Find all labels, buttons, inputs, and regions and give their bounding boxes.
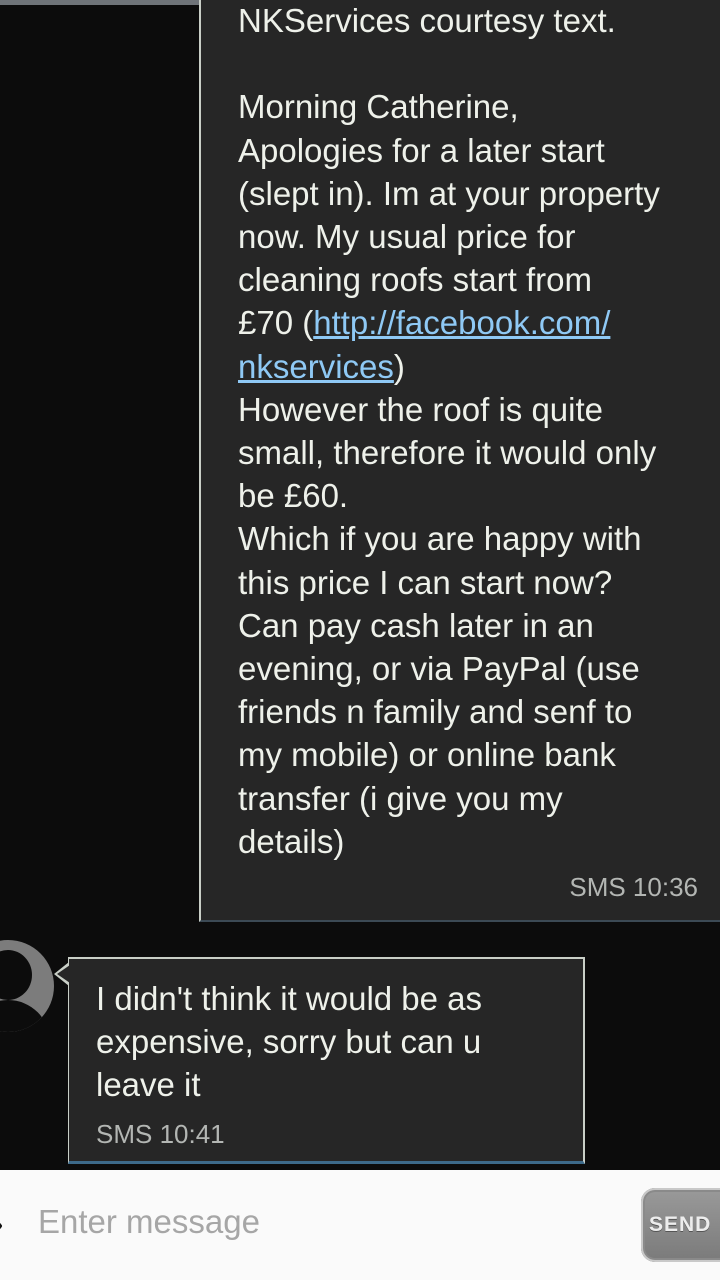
incoming-message-timestamp: SMS 10:41 — [96, 1119, 225, 1149]
send-button[interactable]: SEND — [641, 1188, 720, 1262]
outgoing-message-text-part2: ) However the roof is quite small, there… — [238, 347, 657, 860]
outgoing-message-bubble[interactable]: NKServices courtesy text. Morning Cather… — [199, 0, 720, 922]
avatar-shoulders-shape — [0, 1000, 50, 1032]
conversation-thread[interactable]: NKServices courtesy text. Morning Cather… — [0, 0, 720, 1170]
avatar-head-shape — [0, 950, 32, 1000]
outgoing-message-timestamp: SMS 10:36 — [569, 872, 698, 902]
outgoing-message-text: NKServices courtesy text. Morning Cather… — [238, 0, 718, 863]
incoming-bubble-tail-inner — [57, 965, 70, 983]
incoming-message-bubble[interactable]: I didn't think it would be as expensive,… — [68, 957, 585, 1164]
messaging-screen: NKServices courtesy text. Morning Cather… — [0, 0, 720, 1280]
message-input[interactable] — [38, 1192, 618, 1252]
outgoing-message-text-part1: NKServices courtesy text. Morning Cather… — [238, 2, 660, 342]
incoming-message-text: I didn't think it would be as expensive,… — [96, 980, 483, 1104]
contact-avatar-icon[interactable] — [0, 940, 54, 1032]
facebook-link-line2[interactable]: nkservices — [238, 348, 394, 385]
compose-bar: SEND — [0, 1170, 720, 1280]
attach-icon[interactable] — [0, 1208, 14, 1244]
facebook-link-line1[interactable]: http://facebook.com/ — [313, 304, 610, 341]
